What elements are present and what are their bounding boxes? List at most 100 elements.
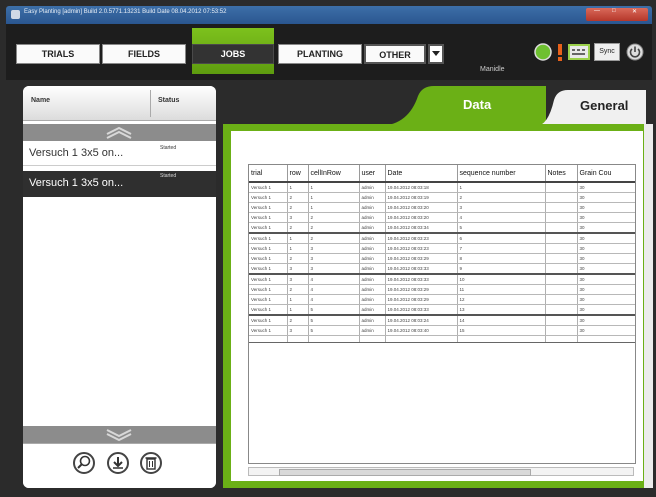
table-cell: Versuch 1: [249, 304, 288, 316]
table-cell: 3: [287, 325, 309, 336]
scroll-down-button[interactable]: [23, 426, 216, 443]
table-row[interactable]: Versuch 1 1 4 admin 19.04.2012 08:03:29 12 30: [249, 294, 635, 305]
column-header[interactable]: row: [287, 165, 309, 183]
jobs-actions-footer: [23, 443, 216, 488]
table-row[interactable]: Versuch 1 3 5 admin 19.04.2012 08:03:40 15 30: [249, 325, 635, 336]
table-cell: admin: [359, 233, 386, 244]
table-cell: 4: [308, 274, 360, 285]
table-cell: 19.04.2012 08:03:23: [385, 233, 458, 244]
table-row[interactable]: Versuch 1 1 5 admin 19.04.2012 08:03:33 13 30: [249, 304, 635, 316]
table-row[interactable]: Versuch 1 1 2 admin 19.04.2012 08:03:23 6 30: [249, 233, 635, 244]
tab-data[interactable]: [378, 86, 546, 126]
table-cell: 30: [577, 263, 635, 275]
table-cell: admin: [359, 304, 386, 316]
table-row[interactable]: Versuch 1 2 1 admin 19.04.2012 08:03:20 3 30: [249, 202, 635, 213]
table-cell: 30: [577, 294, 635, 305]
table-row[interactable]: Versuch 1 2 5 admin 19.04.2012 08:03:24 14 30: [249, 315, 635, 326]
table-cell: admin: [359, 325, 386, 336]
table-cell: [457, 335, 546, 343]
table-cell: [385, 335, 458, 343]
table-cell: 6: [457, 233, 546, 244]
table-cell: 19.04.2012 08:03:29: [385, 284, 458, 295]
table-row[interactable]: Versuch 1 1 3 admin 19.04.2012 08:03:23 7 30: [249, 243, 635, 254]
table-header-row: trial row cellInRow user Date sequence number…: [249, 165, 635, 183]
table-cell: [545, 202, 578, 213]
tab-other[interactable]: OTHER: [364, 44, 426, 64]
table-cell: 3: [308, 243, 360, 254]
tab-jobs[interactable]: JOBS: [192, 44, 274, 64]
alert-icon[interactable]: [555, 43, 565, 61]
scroll-up-button[interactable]: [23, 124, 216, 141]
table-cell: 1: [287, 243, 309, 254]
table-row[interactable]: Versuch 1 2 2 admin 19.04.2012 08:03:34 5 30: [249, 222, 635, 234]
table-row[interactable]: Versuch 1 1 1 admin 19.04.2012 08:03:18 1 30: [249, 182, 635, 193]
status-green-icon: [534, 43, 552, 61]
download-button[interactable]: [107, 452, 129, 474]
column-header[interactable]: trial: [249, 165, 288, 183]
tab-data-label: Data: [463, 97, 492, 112]
table-row[interactable]: Versuch 1 3 4 admin 19.04.2012 08:03:33 10 30: [249, 274, 635, 285]
search-button[interactable]: [73, 452, 95, 474]
maximize-icon[interactable]: □: [612, 8, 616, 14]
table-cell: admin: [359, 253, 386, 264]
table-cell: Versuch 1: [249, 222, 288, 234]
chevron-up-icon: [106, 126, 132, 139]
keyboard-icon[interactable]: [568, 43, 590, 61]
table-cell: 1: [287, 304, 309, 316]
window-controls[interactable]: — □ ✕: [586, 8, 648, 21]
table-cell: 30: [577, 212, 635, 223]
table-cell: 2: [287, 192, 309, 203]
tab-trials[interactable]: TRIALS: [16, 44, 100, 64]
column-header[interactable]: sequence number: [457, 165, 546, 183]
column-header[interactable]: cellInRow: [308, 165, 360, 183]
table-cell: 5: [308, 325, 360, 336]
table-cell: [545, 212, 578, 223]
other-dropdown-button[interactable]: [428, 44, 444, 64]
column-status-header[interactable]: Status: [158, 97, 179, 104]
job-list-item[interactable]: Versuch 1 3x5 on... Started: [23, 143, 216, 166]
status-text: Manidle: [480, 66, 505, 73]
scrollbar-thumb[interactable]: [279, 469, 531, 476]
table-cell: [545, 335, 578, 343]
table-cell: 7: [457, 243, 546, 254]
table-row[interactable]: Versuch 1 2 1 admin 19.04.2012 08:03:19 2 30: [249, 192, 635, 203]
column-name-header[interactable]: Name: [31, 97, 50, 104]
table-row[interactable]: Versuch 1 2 4 admin 19.04.2012 08:03:29 11 30: [249, 284, 635, 295]
table-cell: admin: [359, 182, 386, 193]
table-cell: 3: [308, 253, 360, 264]
table-cell: 30: [577, 284, 635, 295]
table-cell: [545, 243, 578, 254]
table-cell: 1: [287, 182, 309, 193]
table-cell: 19.04.2012 08:03:29: [385, 294, 458, 305]
vertical-scrollbar[interactable]: [644, 124, 653, 488]
horizontal-scrollbar[interactable]: [248, 467, 634, 476]
table-cell: [545, 182, 578, 193]
tab-fields[interactable]: FIELDS: [102, 44, 186, 64]
sync-button[interactable]: Sync: [594, 43, 620, 61]
table-row[interactable]: Versuch 1 3 3 admin 19.04.2012 08:03:33 9 30: [249, 263, 635, 275]
main-toolbar: TRIALS FIELDS JOBS PLANTING OTHER Manidl…: [6, 24, 652, 80]
delete-button[interactable]: [140, 452, 162, 474]
column-header[interactable]: user: [359, 165, 386, 183]
table-cell: 19.04.2012 08:03:19: [385, 192, 458, 203]
close-icon[interactable]: ✕: [632, 8, 637, 15]
column-header[interactable]: Date: [385, 165, 458, 183]
data-grid[interactable]: trial row cellInRow user Date sequence number…: [248, 164, 636, 464]
table-cell: 15: [457, 325, 546, 336]
column-header[interactable]: Notes: [545, 165, 578, 183]
table-cell: 2: [287, 253, 309, 264]
tab-planting[interactable]: PLANTING: [278, 44, 362, 64]
table-cell: [545, 325, 578, 336]
table-cell: 19.04.2012 08:03:29: [385, 253, 458, 264]
column-header[interactable]: Grain Cou: [577, 165, 635, 183]
table-row[interactable]: Versuch 1 2 3 admin 19.04.2012 08:03:29 8 30: [249, 253, 635, 264]
table-cell: 19.04.2012 08:03:33: [385, 304, 458, 316]
table-cell: 10: [457, 274, 546, 285]
power-icon[interactable]: [626, 43, 644, 61]
table-cell: admin: [359, 284, 386, 295]
table-cell: [545, 253, 578, 264]
table-cell: 4: [308, 294, 360, 305]
table-row[interactable]: Versuch 1 3 2 admin 19.04.2012 08:03:20 4 30: [249, 212, 635, 223]
job-list-item-selected[interactable]: Versuch 1 3x5 on... Started: [23, 171, 216, 197]
minimize-icon[interactable]: —: [594, 8, 600, 14]
